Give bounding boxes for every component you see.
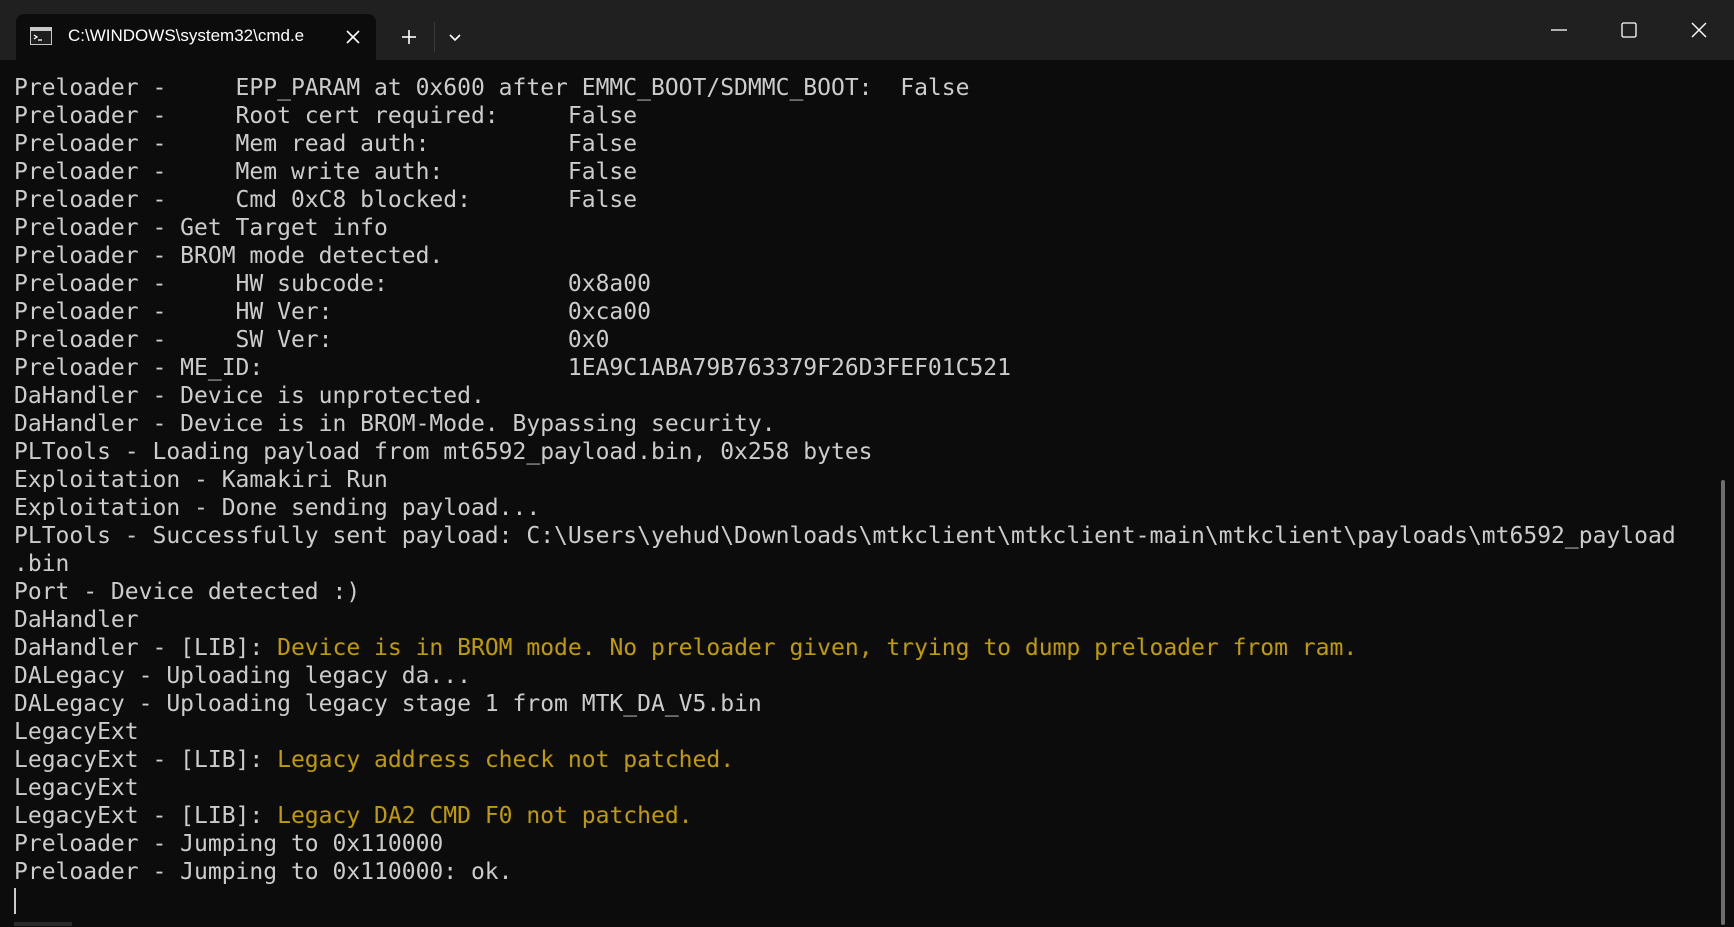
line-text: Preloader - Cmd 0xC8 blocked: False (14, 187, 638, 213)
terminal-line: Port - Device detected :) (14, 578, 1710, 606)
line-text: Preloader - Get Target info (14, 215, 388, 241)
terminal-line: Preloader - Root cert required: False (14, 102, 1710, 130)
terminal-line: DaHandler (14, 606, 1710, 634)
terminal-line: Preloader - Jumping to 0x110000: ok. (14, 858, 1710, 886)
terminal-line: Preloader - SW Ver: 0x0 (14, 326, 1710, 354)
line-text: LegacyExt (14, 775, 139, 801)
line-text: LegacyExt - [LIB]: (14, 803, 278, 829)
terminal-line: PLTools - Successfully sent payload: C:\… (14, 522, 1710, 550)
terminal-line: LegacyExt (14, 774, 1710, 802)
line-text: Preloader - SW Ver: 0x0 (14, 327, 610, 353)
tab-title: C:\WINDOWS\system32\cmd.e (68, 26, 305, 45)
line-warning-text: Device is in BROM mode. No preloader giv… (277, 635, 1358, 661)
close-window-button[interactable] (1664, 0, 1734, 60)
terminal-output[interactable]: Preloader - EPP_PARAM at 0x600 after EMM… (0, 60, 1710, 927)
tab-close-icon[interactable] (341, 25, 365, 49)
terminal-line: DaHandler - Device is in BROM-Mode. Bypa… (14, 410, 1710, 438)
line-text: Exploitation - Kamakiri Run (14, 467, 388, 493)
plus-icon (402, 30, 416, 44)
line-text: Preloader - EPP_PARAM at 0x600 after EMM… (14, 75, 970, 101)
terminal-line: Preloader - BROM mode detected. (14, 242, 1710, 270)
bottom-indicator (14, 922, 72, 926)
terminal-line: LegacyExt - [LIB]: Legacy address check … (14, 746, 1710, 774)
prompt-line[interactable] (14, 886, 1710, 914)
terminal-line: Preloader - Mem write auth: False (14, 158, 1710, 186)
line-text: DaHandler (14, 607, 139, 633)
terminal-line: Preloader - HW Ver: 0xca00 (14, 298, 1710, 326)
minimize-button[interactable] (1524, 0, 1594, 60)
text-cursor (14, 887, 16, 914)
terminal-line: DALegacy - Uploading legacy da... (14, 662, 1710, 690)
terminal-line: Preloader - ME_ID: 1EA9C1ABA79B763379F26… (14, 354, 1710, 382)
minimize-icon (1551, 29, 1567, 31)
line-text: Preloader - Jumping to 0x110000 (14, 831, 444, 857)
terminal-line: LegacyExt (14, 718, 1710, 746)
line-text: Preloader - HW subcode: 0x8a00 (14, 271, 651, 297)
terminal-line: DaHandler - [LIB]: Device is in BROM mod… (14, 634, 1710, 662)
line-warning-text: Legacy DA2 CMD F0 not patched. (277, 803, 693, 829)
line-text: Preloader - Mem read auth: False (14, 131, 638, 157)
title-bar[interactable]: C:\WINDOWS\system32\cmd.e (0, 0, 1734, 60)
maximize-button[interactable] (1594, 0, 1664, 60)
line-text: DALegacy - Uploading legacy da... (14, 663, 471, 689)
line-text: DaHandler - Device is in BROM-Mode. Bypa… (14, 411, 776, 437)
terminal-line: PLTools - Loading payload from mt6592_pa… (14, 438, 1710, 466)
terminal-line: Preloader - Get Target info (14, 214, 1710, 242)
line-text: DaHandler - [LIB]: (14, 635, 278, 661)
terminal-line: Preloader - Mem read auth: False (14, 130, 1710, 158)
scrollbar-thumb[interactable] (1721, 480, 1725, 925)
chevron-down-icon (449, 34, 461, 42)
tab-cmd[interactable]: C:\WINDOWS\system32\cmd.e (16, 14, 376, 60)
close-icon (1691, 22, 1707, 38)
maximize-icon (1621, 22, 1637, 38)
terminal-line: LegacyExt - [LIB]: Legacy DA2 CMD F0 not… (14, 802, 1710, 830)
terminal-line: Preloader - Cmd 0xC8 blocked: False (14, 186, 1710, 214)
terminal-line: Preloader - HW subcode: 0x8a00 (14, 270, 1710, 298)
terminal-line: .bin (14, 550, 1710, 578)
tab-separator (434, 22, 435, 52)
terminal-window: C:\WINDOWS\system32\cmd.e Preloader - EP… (0, 0, 1734, 927)
line-text: Preloader - HW Ver: 0xca00 (14, 299, 651, 325)
line-text: PLTools - Successfully sent payload: C:\… (14, 523, 1676, 549)
line-text: DaHandler - Device is unprotected. (14, 383, 485, 409)
tab-dropdown-button[interactable] (440, 22, 470, 52)
terminal-line: Preloader - EPP_PARAM at 0x600 after EMM… (14, 74, 1710, 102)
terminal-line: Exploitation - Done sending payload... (14, 494, 1710, 522)
line-text: .bin (14, 551, 70, 577)
terminal-line: DaHandler - Device is unprotected. (14, 382, 1710, 410)
new-tab-button[interactable] (394, 22, 424, 52)
scrollbar[interactable] (1712, 60, 1734, 927)
line-text: Preloader - Jumping to 0x110000: ok. (14, 859, 513, 885)
terminal-line: DALegacy - Uploading legacy stage 1 from… (14, 690, 1710, 718)
line-text: Preloader - Mem write auth: False (14, 159, 638, 185)
line-text: Preloader - BROM mode detected. (14, 243, 444, 269)
line-text: Exploitation - Done sending payload... (14, 495, 541, 521)
line-text: DALegacy - Uploading legacy stage 1 from… (14, 691, 762, 717)
line-text: LegacyExt - [LIB]: (14, 747, 278, 773)
line-text: Port - Device detected :) (14, 579, 361, 605)
line-text: Preloader - Root cert required: False (14, 103, 638, 129)
cmd-icon (30, 27, 52, 45)
line-text: Preloader - ME_ID: 1EA9C1ABA79B763379F26… (14, 355, 1011, 381)
line-warning-text: Legacy address check not patched. (277, 747, 735, 773)
line-text: LegacyExt (14, 719, 139, 745)
terminal-line: Preloader - Jumping to 0x110000 (14, 830, 1710, 858)
terminal-line: Exploitation - Kamakiri Run (14, 466, 1710, 494)
line-text: PLTools - Loading payload from mt6592_pa… (14, 439, 873, 465)
